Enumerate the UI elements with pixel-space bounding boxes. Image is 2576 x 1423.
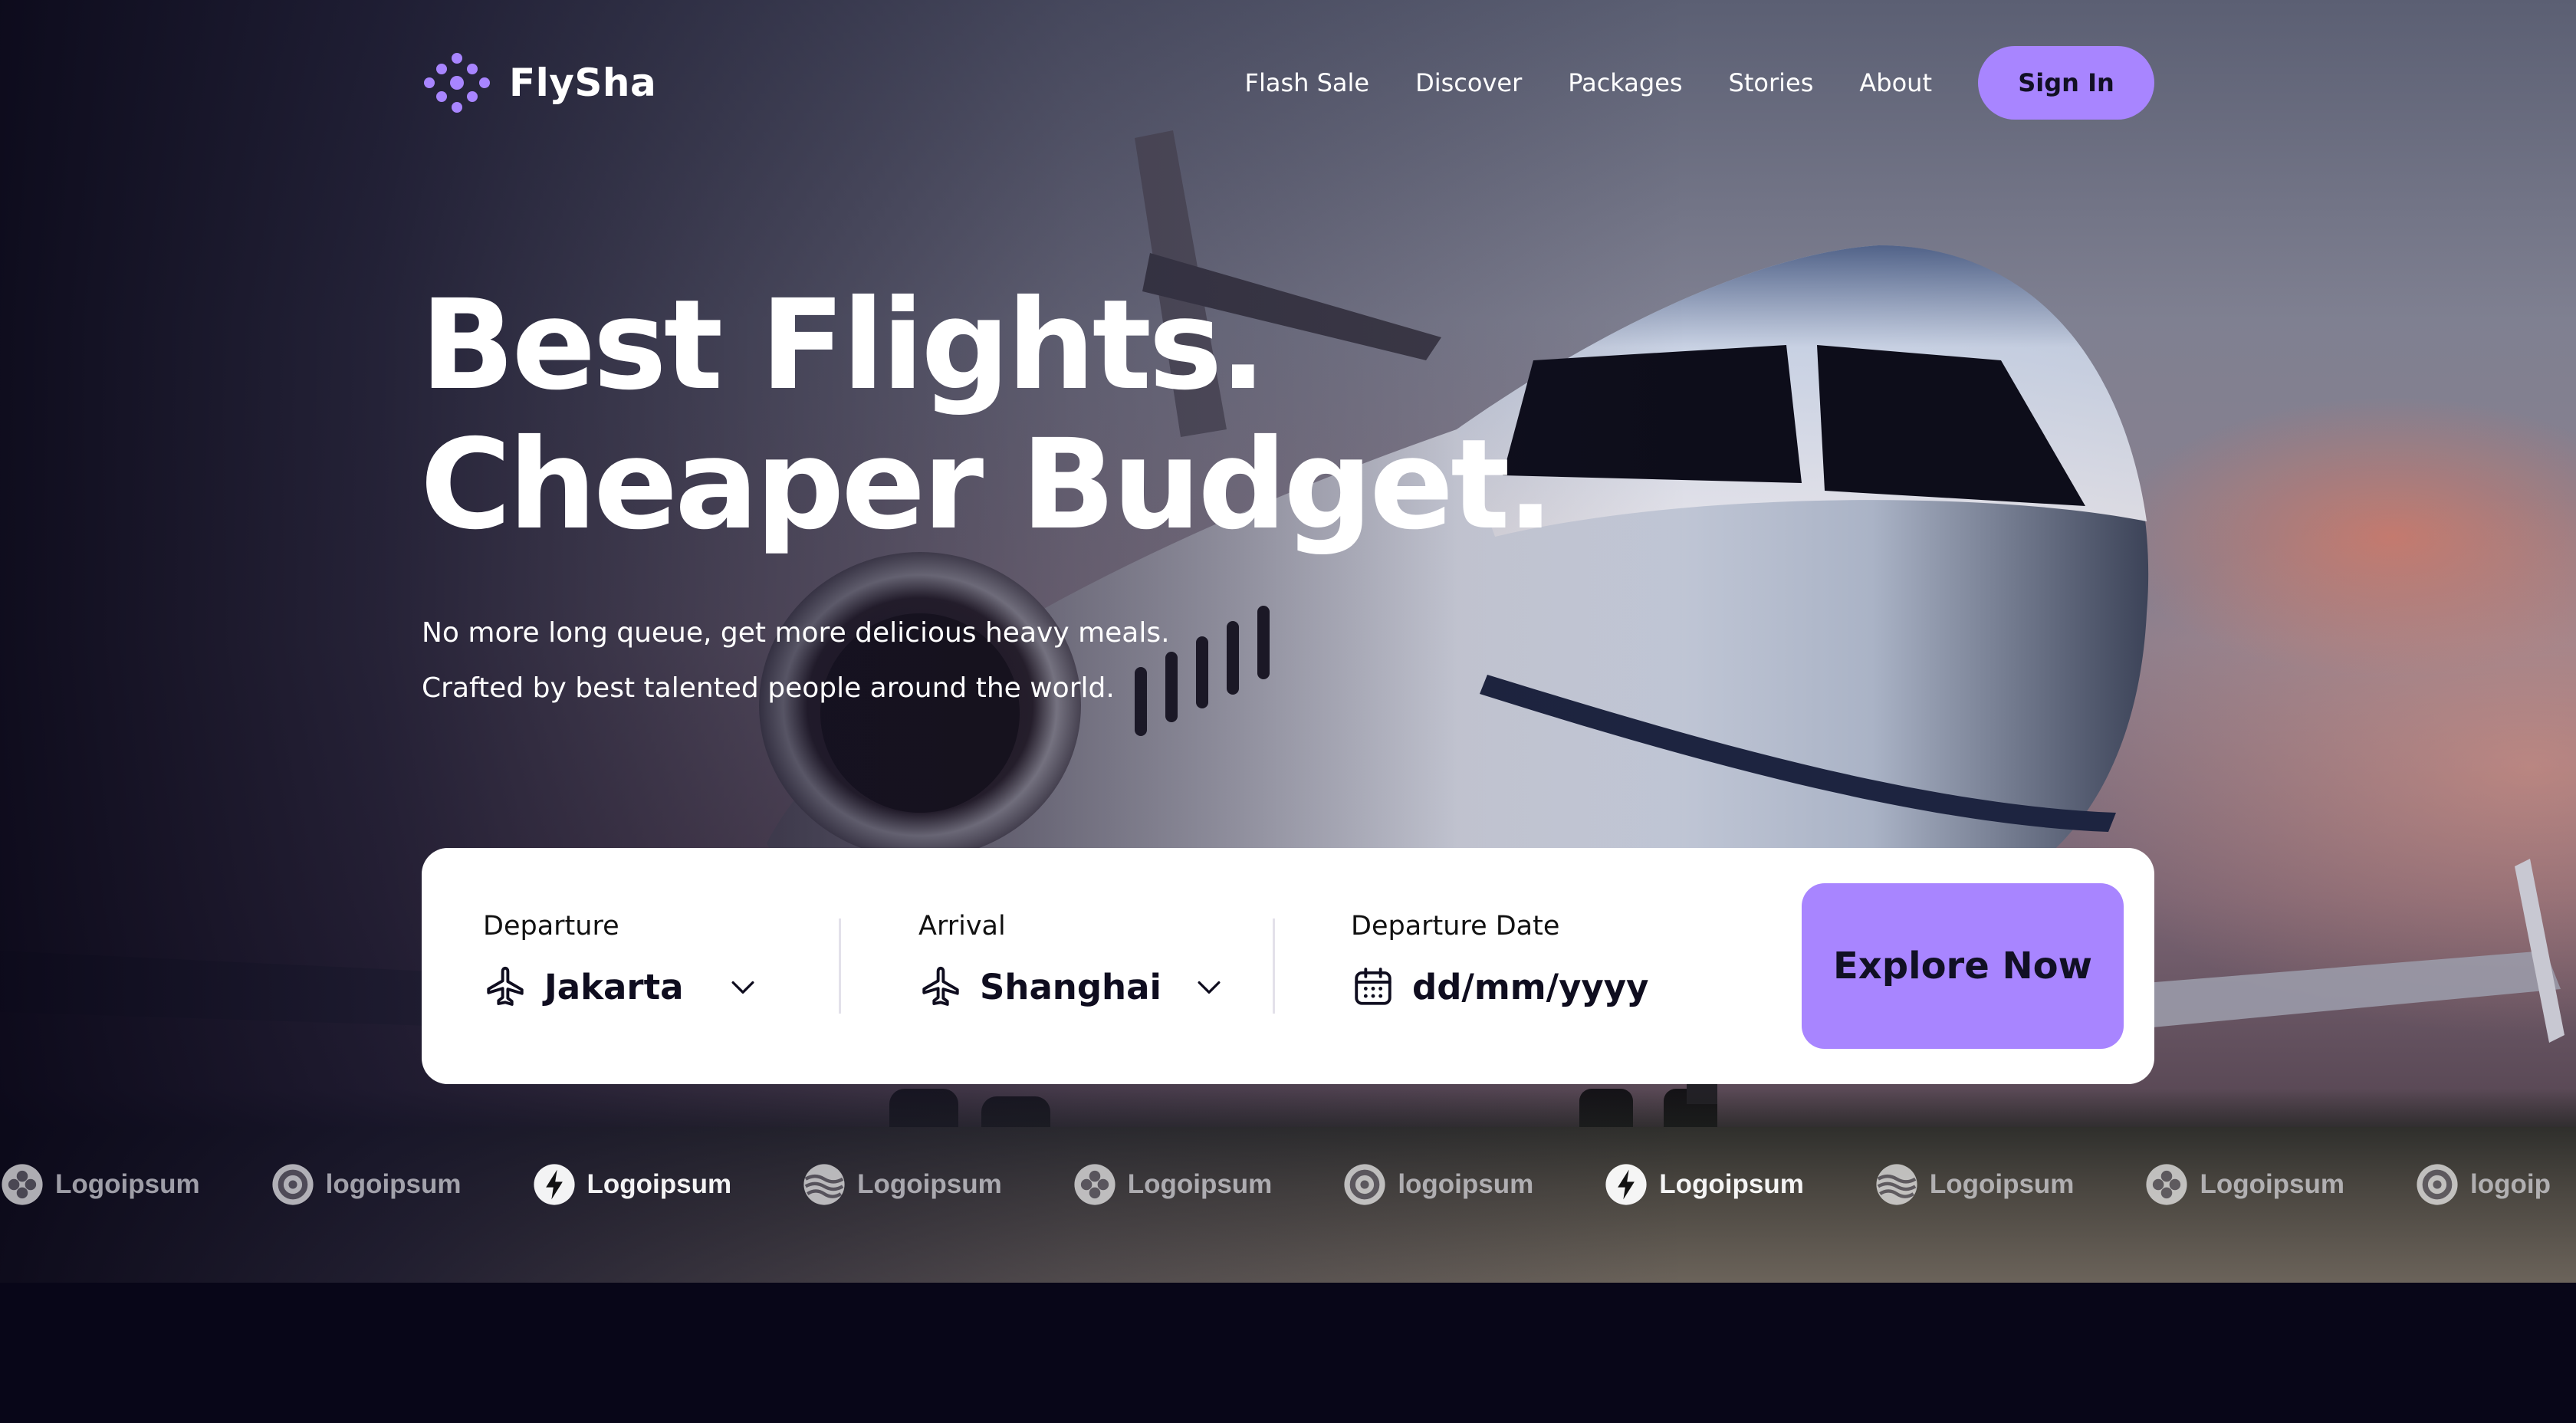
nav-link-discover[interactable]: Discover [1415, 68, 1522, 97]
partner-logo-text: Logoipsum [586, 1169, 732, 1199]
globe-wave-logo-icon [803, 1164, 845, 1205]
partner-logo-text: Logoipsum [55, 1169, 200, 1199]
chevron-down-icon[interactable] [726, 970, 760, 1004]
brand-name: FlySha [509, 61, 657, 105]
headline-line-1: Best Flights. [420, 274, 1267, 418]
partner-logo-text: Logoipsum [1659, 1169, 1804, 1199]
departure-field[interactable]: Departure Jakarta [483, 911, 760, 1009]
nav-link-about[interactable]: About [1859, 68, 1932, 97]
ring-logo-icon [1344, 1164, 1385, 1205]
nav-link-stories[interactable]: Stories [1729, 68, 1814, 97]
hero-background [0, 0, 2576, 1283]
clover-logo-icon [1074, 1164, 1116, 1205]
subtitle-line-2: Crafted by best talented people around t… [422, 672, 1115, 704]
field-divider [1273, 919, 1275, 1014]
bolt-logo-icon [1605, 1164, 1647, 1205]
explore-now-button[interactable]: Explore Now [1802, 883, 2124, 1049]
departure-date-input[interactable] [1412, 966, 1688, 1007]
chevron-down-icon[interactable] [1192, 970, 1226, 1004]
clover-logo-icon [2146, 1164, 2188, 1205]
partner-logo: logoip [2415, 1162, 2551, 1207]
departure-label: Departure [483, 911, 619, 942]
hero-subtitle: No more long queue, get more delicious h… [422, 606, 1170, 716]
page-bottom-area [0, 1283, 2576, 1423]
brand[interactable]: FlySha [422, 51, 656, 115]
partner-logos: Logoipsum logoipsum Logoipsum Logoipsum Logo… [0, 1158, 2576, 1211]
partner-logo: Logoipsum [1604, 1162, 1804, 1207]
partner-logo-text: logoipsum [325, 1169, 462, 1199]
partner-logo: Logoipsum [2144, 1162, 2344, 1207]
globe-wave-logo-icon [1876, 1164, 1917, 1205]
ring-logo-icon [272, 1164, 314, 1205]
departure-select[interactable]: Jakarta [483, 965, 760, 1009]
partner-logo-text: logoipsum [1398, 1169, 1534, 1199]
departure-date-picker[interactable] [1351, 965, 1688, 1009]
partner-logo: Logoipsum [1073, 1162, 1273, 1207]
hero-dark-overlay [0, 0, 2576, 1283]
partner-logo: Logoipsum [0, 1162, 200, 1207]
clover-logo-icon [2, 1164, 43, 1205]
arrival-label: Arrival [918, 911, 1006, 942]
departure-date-field[interactable]: Departure Date [1351, 911, 1688, 1009]
partner-logo: Logoipsum [802, 1162, 1002, 1207]
partner-logo-text: Logoipsum [857, 1169, 1002, 1199]
bolt-logo-icon [533, 1164, 575, 1205]
partner-logo: logoipsum [1342, 1162, 1533, 1207]
ring-logo-icon [2417, 1164, 2458, 1205]
dots-logo-icon [424, 53, 490, 113]
partner-logo: Logoipsum [1875, 1162, 2075, 1207]
partner-logo-text: Logoipsum [1929, 1169, 2075, 1199]
flight-search-card: Departure Jakarta Arrival Shanghai Depar… [422, 848, 2154, 1084]
departure-date-label: Departure Date [1351, 911, 1560, 942]
partner-logo: Logoipsum [532, 1162, 732, 1207]
arrival-value: Shanghai [980, 966, 1162, 1007]
sign-in-button[interactable]: Sign In [1978, 46, 2154, 120]
nav-link-flash-sale[interactable]: Flash Sale [1245, 68, 1370, 97]
top-navbar: FlySha Flash Sale Discover Packages Stor… [422, 44, 2154, 121]
field-divider [839, 919, 841, 1014]
partner-logo: logoipsum [271, 1162, 462, 1207]
nav-link-packages[interactable]: Packages [1568, 68, 1682, 97]
headline-line-2: Cheaper Budget. [420, 413, 1554, 557]
nav-links: Flash Sale Discover Packages Stories Abo… [1245, 46, 2154, 120]
departure-value: Jakarta [544, 966, 684, 1007]
arrival-field[interactable]: Arrival Shanghai [918, 911, 1226, 1009]
airplane-icon [487, 966, 524, 1006]
hero-headline: Best Flights. Cheaper Budget. [420, 274, 1554, 557]
calendar-icon [1355, 968, 1392, 1005]
partner-logo-text: Logoipsum [2200, 1169, 2345, 1199]
arrival-select[interactable]: Shanghai [918, 965, 1226, 1009]
partner-logo-text: logoip [2470, 1169, 2551, 1199]
subtitle-line-1: No more long queue, get more delicious h… [422, 617, 1170, 649]
airplane-icon [922, 966, 959, 1006]
partner-logo-text: Logoipsum [1127, 1169, 1273, 1199]
